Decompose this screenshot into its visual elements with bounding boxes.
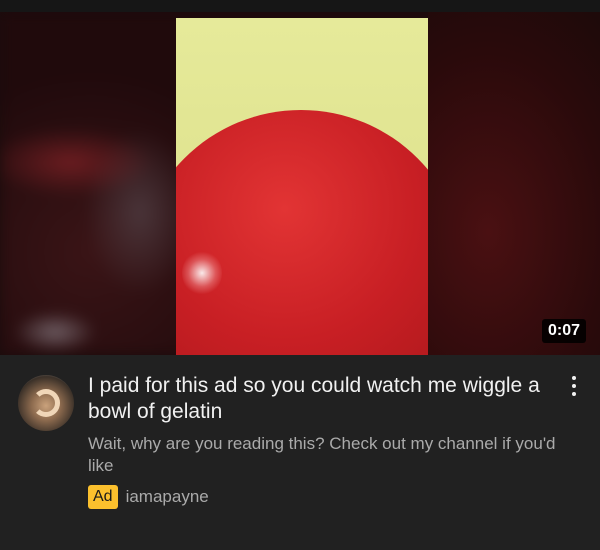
video-thumbnail[interactable]: 0:07 <box>0 12 600 355</box>
menu-dot <box>572 392 576 396</box>
video-title[interactable]: I paid for this ad so you could watch me… <box>88 373 548 425</box>
gelatin-highlight <box>182 250 222 296</box>
channel-avatar[interactable] <box>18 375 74 431</box>
video-details: I paid for this ad so you could watch me… <box>0 355 600 550</box>
channel-name[interactable]: iamapayne <box>126 487 209 507</box>
ad-badge: Ad <box>88 485 118 509</box>
video-duration-badge: 0:07 <box>541 319 586 343</box>
top-bar <box>0 0 600 12</box>
video-frame <box>176 18 428 355</box>
video-blurred-background-right <box>428 12 600 355</box>
ad-description: Wait, why are you reading this? Check ou… <box>88 434 556 475</box>
menu-dot <box>572 384 576 388</box>
menu-dot <box>572 376 576 380</box>
gelatin-bowl-image <box>176 110 428 355</box>
ad-meta-row: Ad iamapayne <box>88 485 209 509</box>
more-vert-icon[interactable] <box>564 371 584 401</box>
